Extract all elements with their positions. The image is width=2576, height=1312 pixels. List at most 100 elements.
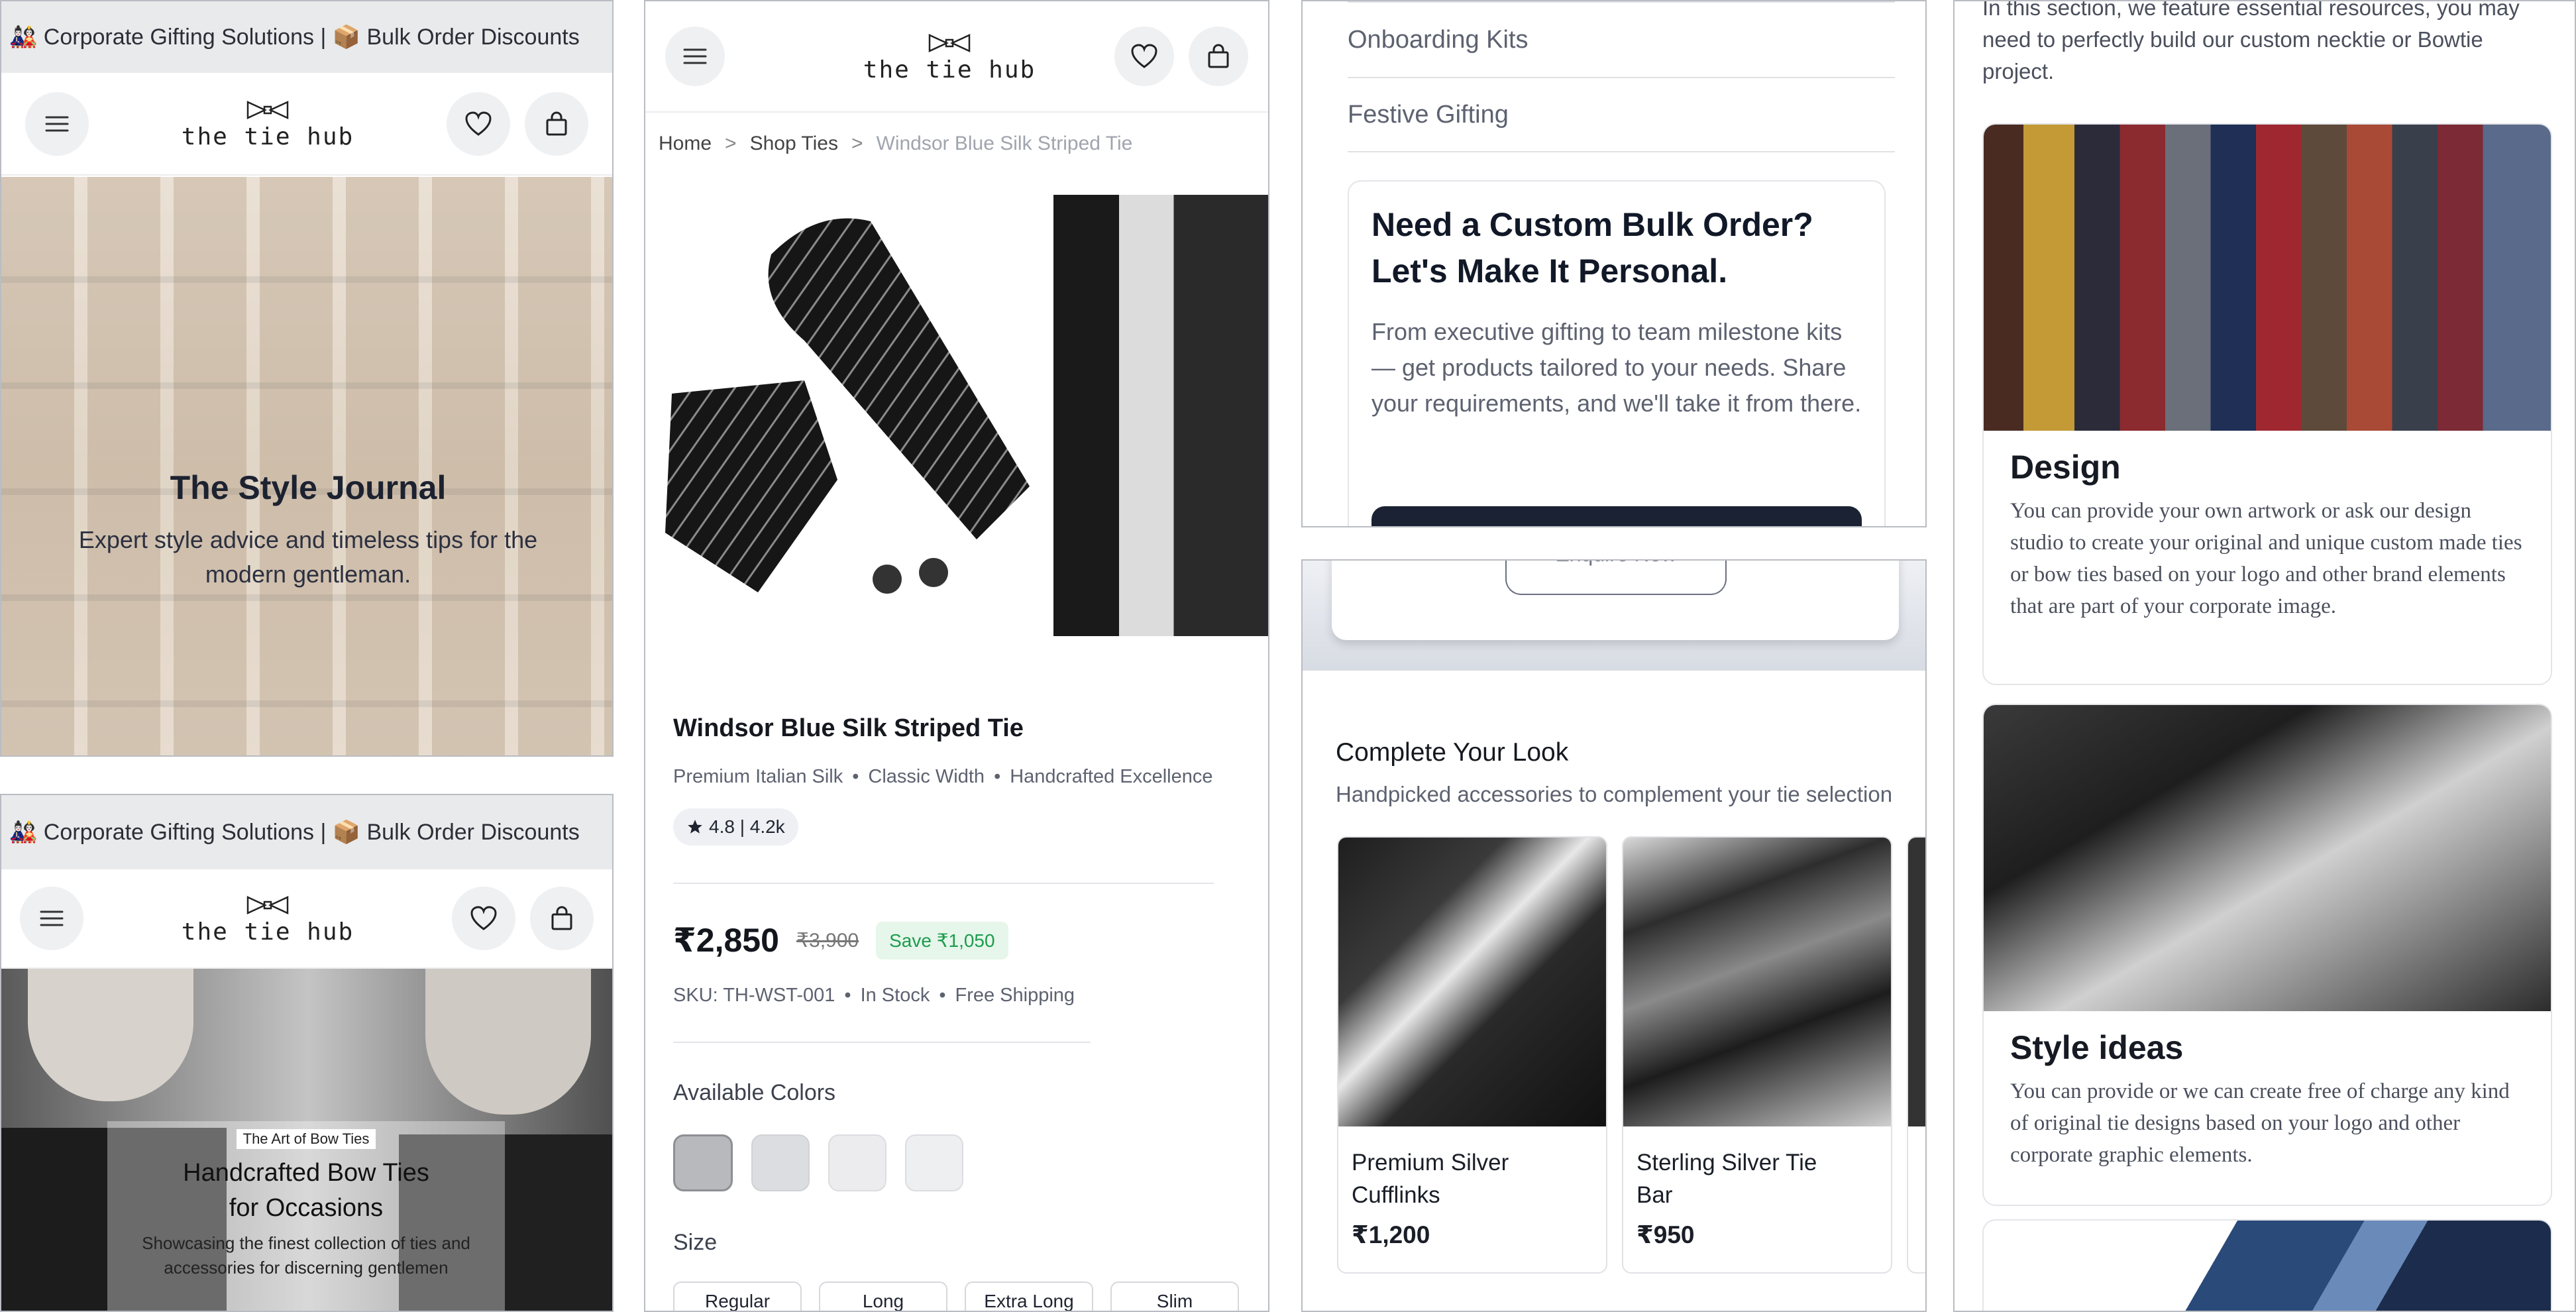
card-title: Need a Custom Bulk Order? Let's Make It … xyxy=(1371,206,1813,290)
enquire-section: Enquire Now xyxy=(1303,561,1925,671)
screen-bow-ties: 🎎 Corporate Gifting Solutions | 📦 Bulk O… xyxy=(0,794,614,1312)
divider xyxy=(673,1042,1091,1043)
feature-item: Classic Width xyxy=(868,766,985,787)
resource-card-style-ideas[interactable]: Style ideas You can provide or we can cr… xyxy=(1982,704,2552,1206)
product-price: ₹950 xyxy=(1637,1221,1695,1248)
tie-bar-image xyxy=(1623,838,1891,1126)
product-card[interactable]: Premium Silver Cufflinks ₹1,200 xyxy=(1337,836,1607,1274)
menu-button[interactable] xyxy=(20,887,83,950)
breadcrumb-home[interactable]: Home xyxy=(659,133,712,155)
size-option-long[interactable]: Long xyxy=(819,1282,947,1311)
breadcrumb-separator: > xyxy=(725,133,737,154)
promo-banner-text: 🎎 Corporate Gifting Solutions | 📦 Bulk O… xyxy=(9,820,580,845)
ties-collection-image xyxy=(1984,125,2551,431)
color-swatches xyxy=(673,1134,963,1191)
product-card[interactable]: Sterling Silver Tie Bar ₹950 xyxy=(1622,836,1892,1274)
bow-tie-logo-icon xyxy=(246,101,289,119)
site-header: the tie hub xyxy=(1,73,612,176)
card-title: Design xyxy=(2010,449,2121,486)
logo-text: the tie hub xyxy=(181,918,354,946)
site-logo[interactable]: the tie hub xyxy=(863,30,1036,83)
size-option-slim[interactable]: Slim xyxy=(1110,1282,1239,1311)
card-cta-button[interactable] xyxy=(1371,506,1862,526)
color-swatch[interactable] xyxy=(751,1134,810,1191)
gift-box-image xyxy=(1984,705,2551,1011)
color-swatch[interactable] xyxy=(673,1134,733,1191)
bag-icon xyxy=(551,906,572,930)
bow-tie-logo-icon xyxy=(246,895,289,914)
hero-overlay: The Art of Bow Ties Handcrafted Bow Ties… xyxy=(107,1121,505,1311)
menu-item-onboarding-kits[interactable]: Onboarding Kits xyxy=(1348,1,1895,78)
star-icon xyxy=(688,820,702,834)
menu-button[interactable] xyxy=(665,27,725,86)
rating-badge[interactable]: 4.8 | 4.2k xyxy=(673,808,798,846)
size-options: Regular Long Extra Long Slim xyxy=(673,1282,1239,1311)
size-option-regular[interactable]: Regular xyxy=(673,1282,802,1311)
logo-text: the tie hub xyxy=(181,123,354,150)
card-body: From executive gifting to team milestone… xyxy=(1371,318,1862,417)
site-logo[interactable]: the tie hub xyxy=(182,97,354,150)
bow-tie-logo-icon xyxy=(928,33,971,52)
product-name: Sterling Silver Tie Bar xyxy=(1637,1150,1817,1208)
feature-item: Premium Italian Silk xyxy=(673,766,843,787)
cart-button[interactable] xyxy=(1188,27,1248,86)
menu-icon xyxy=(683,48,707,64)
hero-title: The Style Journal xyxy=(170,469,447,506)
current-price: ₹2,850 xyxy=(673,922,779,959)
wishlist-button[interactable] xyxy=(1114,27,1174,86)
hero-section: The Style Journal Expert style advice an… xyxy=(1,177,612,755)
menu-item-festive-gifting[interactable]: Festive Gifting xyxy=(1348,78,1895,152)
breadcrumb-separator: > xyxy=(851,133,863,154)
product-name: Premium Silver Cufflinks xyxy=(1352,1150,1509,1208)
promo-banner[interactable]: 🎎 Corporate Gifting Solutions | 📦 Bulk O… xyxy=(1,795,612,869)
rating-value: 4.8 | 4.2k xyxy=(709,816,785,837)
site-logo[interactable]: the tie hub xyxy=(182,892,354,946)
hero-subtitle: Showcasing the finest collection of ties… xyxy=(142,1233,470,1278)
enquire-now-button[interactable]: Enquire Now xyxy=(1505,561,1727,595)
hero-subtitle: Expert style advice and timeless tips fo… xyxy=(78,526,538,588)
feature-item: Handcrafted Excellence xyxy=(1010,766,1213,787)
hero-title: Handcrafted Bow Ties for Occasions xyxy=(183,1159,429,1223)
product-image-worn xyxy=(1053,195,1268,636)
menu-button[interactable] xyxy=(25,91,89,156)
product-gallery[interactable] xyxy=(659,195,1268,636)
product-card-partial[interactable] xyxy=(1907,836,1925,1274)
price-row: ₹2,850 ₹3,900 Save ₹1,050 xyxy=(673,921,1008,959)
bag-icon xyxy=(546,111,567,135)
color-swatch[interactable] xyxy=(828,1134,886,1191)
product-price: ₹1,200 xyxy=(1352,1221,1430,1248)
card-body: You can provide or we can create free of… xyxy=(2010,1079,2510,1167)
cart-button[interactable] xyxy=(524,91,588,156)
bag-icon xyxy=(1208,44,1229,68)
resource-card-partial[interactable] xyxy=(1982,1219,2552,1311)
color-swatch[interactable] xyxy=(905,1134,963,1191)
promo-banner[interactable]: 🎎 Corporate Gifting Solutions | 📦 Bulk O… xyxy=(1,1,612,73)
screen-style-journal: 🎎 Corporate Gifting Solutions | 📦 Bulk O… xyxy=(0,0,614,757)
product-features: Premium Italian Silk • Classic Width • Han… xyxy=(673,766,1213,787)
site-header: the tie hub xyxy=(645,1,1268,113)
heart-icon xyxy=(465,111,492,136)
product-title: Windsor Blue Silk Striped Tie xyxy=(673,714,1024,742)
enquire-card: Enquire Now xyxy=(1332,561,1899,640)
cart-button[interactable] xyxy=(529,887,594,950)
shipping-info: Free Shipping xyxy=(955,985,1075,1006)
hero-section: The Art of Bow Ties Handcrafted Bow Ties… xyxy=(1,969,612,1311)
sku-line: SKU: TH-WST-001 • In Stock • Free Shipping xyxy=(673,985,1075,1006)
section-subtitle: Handpicked accessories to complement you… xyxy=(1336,782,1893,806)
breadcrumb-shop-ties[interactable]: Shop Ties xyxy=(750,133,838,155)
card-title: Style ideas xyxy=(2010,1029,2184,1066)
cufflinks-image xyxy=(1338,838,1606,1126)
intro-text: In this section, we feature essential re… xyxy=(1982,0,2520,83)
screen-complete-your-look: Enquire Now Complete Your Look Handpicke… xyxy=(1301,559,1927,1312)
resource-card-design[interactable]: Design You can provide your own artwork … xyxy=(1982,123,2552,685)
menu-item-label: Festive Gifting xyxy=(1348,100,1509,129)
breadcrumb: Home > Shop Ties > Windsor Blue Silk Str… xyxy=(659,133,1132,155)
colors-label: Available Colors xyxy=(673,1080,836,1105)
stock-status: In Stock xyxy=(860,985,930,1006)
wishlist-button[interactable] xyxy=(446,91,510,156)
wishlist-button[interactable] xyxy=(451,887,515,950)
size-option-extra-long[interactable]: Extra Long xyxy=(965,1282,1093,1311)
logo-text: the tie hub xyxy=(863,56,1036,83)
breadcrumb-current: Windsor Blue Silk Striped Tie xyxy=(876,133,1133,154)
heart-icon xyxy=(1131,44,1157,68)
